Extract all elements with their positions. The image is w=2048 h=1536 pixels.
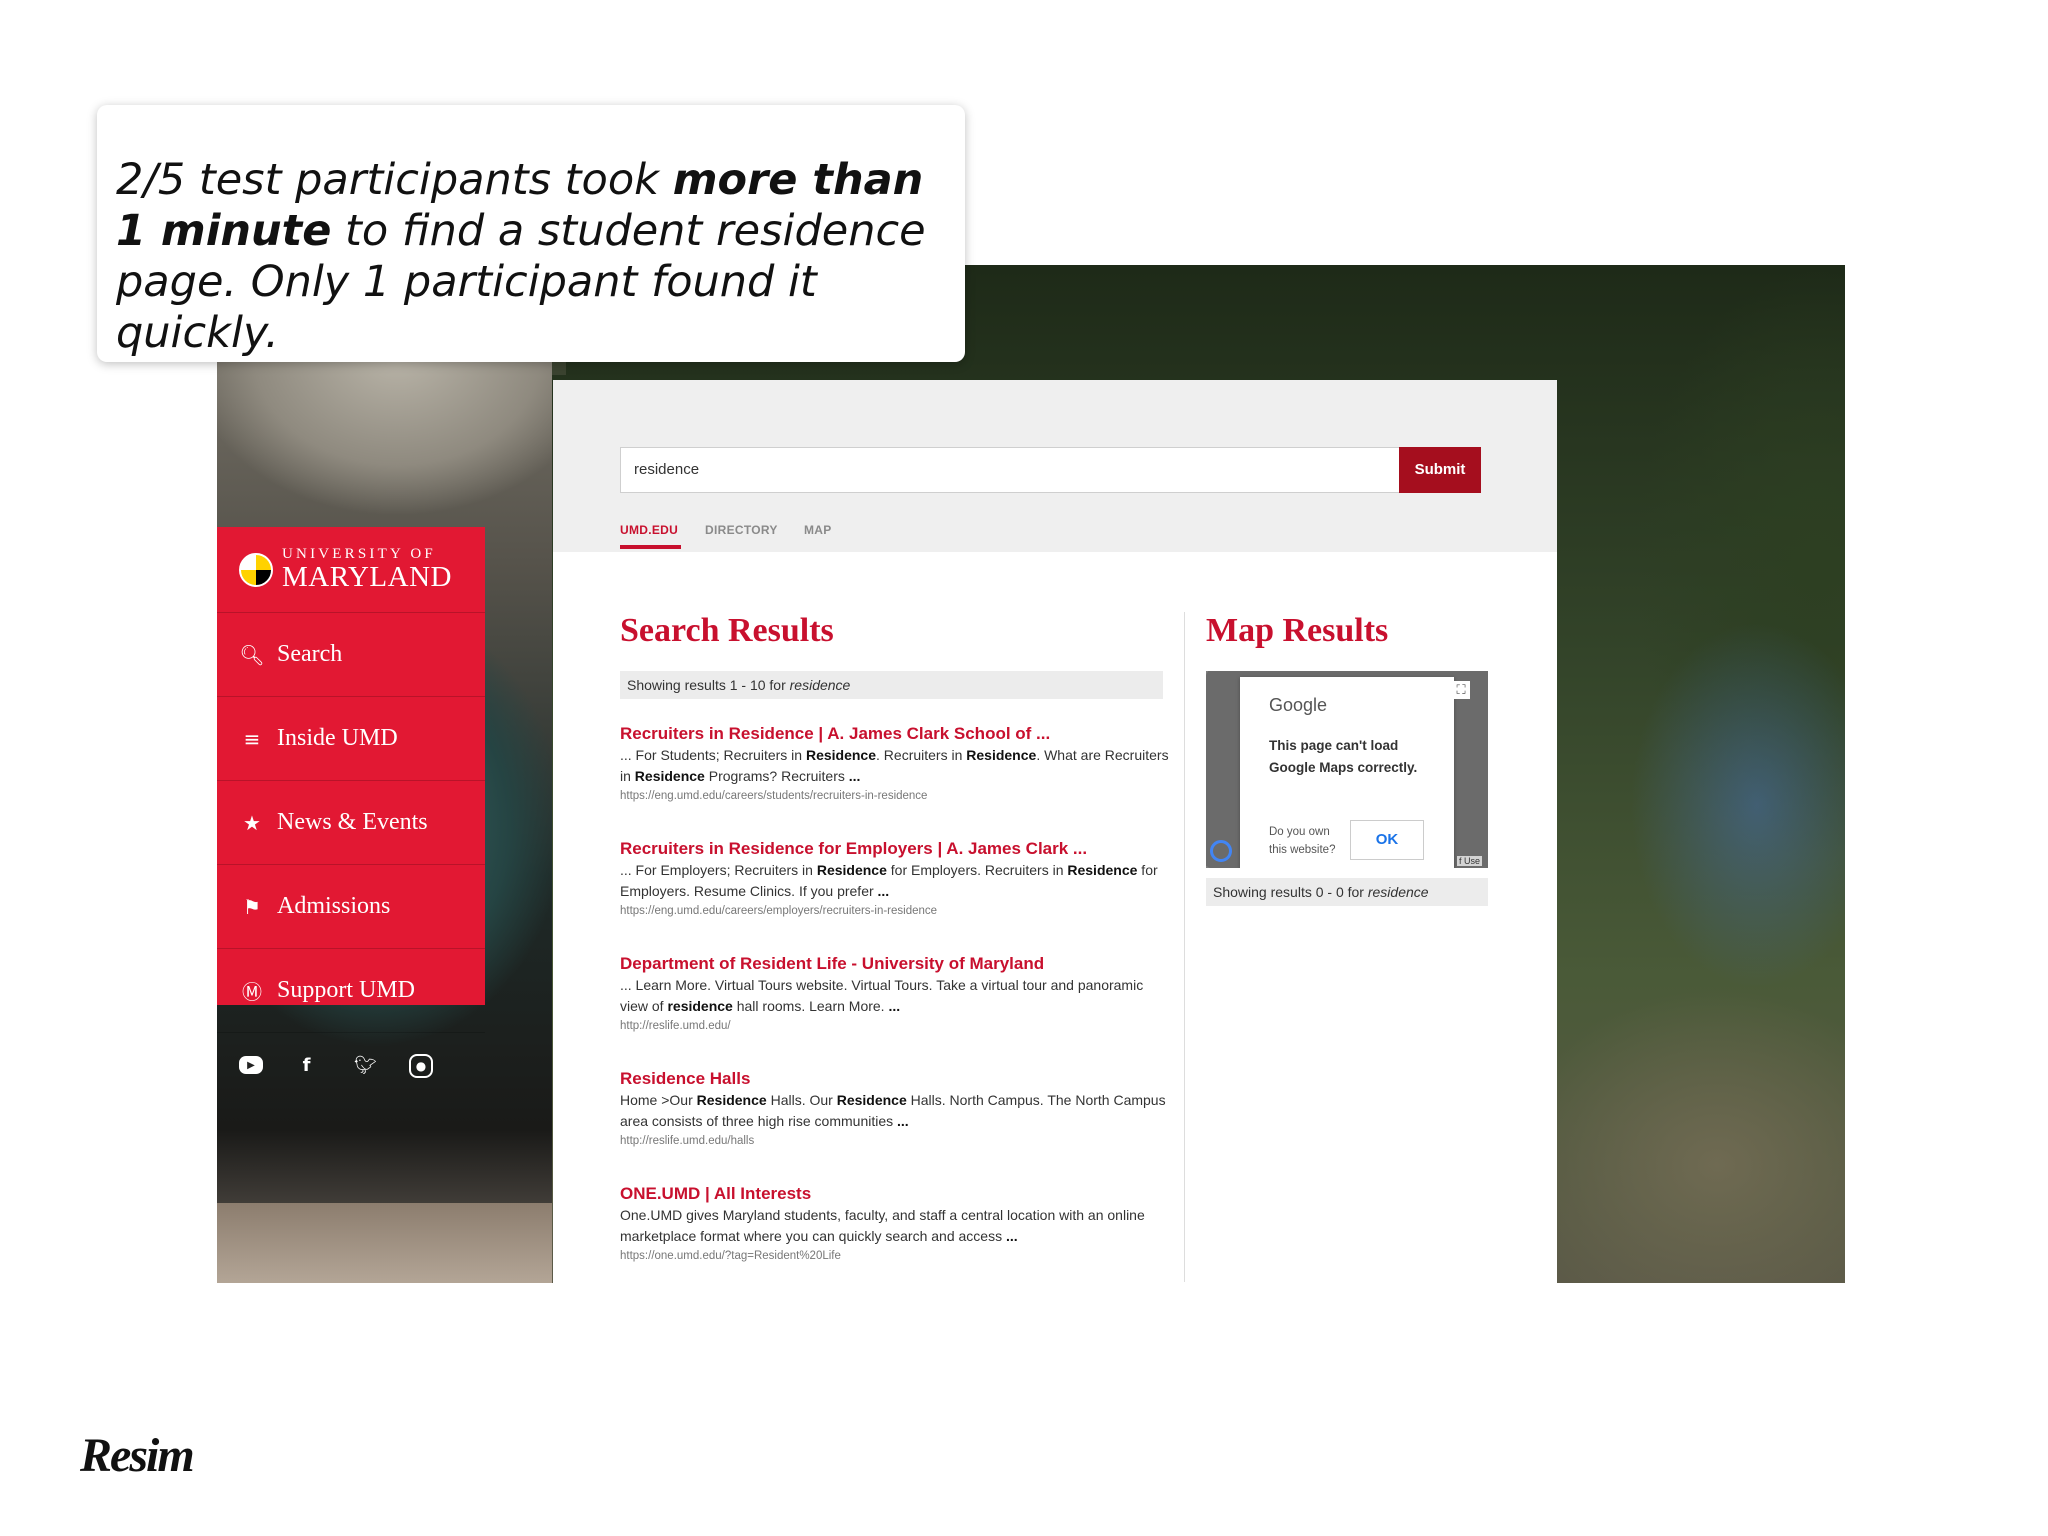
map-terms-link[interactable]: f Use (1456, 856, 1482, 866)
result-snippet: One.UMD gives Maryland students, faculty… (620, 1205, 1175, 1247)
screenshot-frame: UNIVERSITY OF MARYLAND 🔍︎ Search ≡ Insid… (217, 265, 1845, 1283)
umd-wordmark: UNIVERSITY OF MARYLAND (282, 547, 452, 592)
resim-logo: Resim (80, 1429, 195, 1482)
umd-side-nav: UNIVERSITY OF MARYLAND 🔍︎ Search ≡ Insid… (217, 527, 485, 1033)
result-url: http://reslife.umd.edu/ (620, 1020, 731, 1032)
logo-line-1: UNIVERSITY OF (282, 546, 436, 562)
result-title-link[interactable]: Recruiters in Residence | A. James Clark… (620, 723, 1175, 745)
nav-label: Admissions (277, 893, 391, 919)
google-g-icon (1210, 840, 1232, 862)
result-title-link[interactable]: Residence Halls (620, 1068, 1175, 1090)
active-tab-indicator (620, 545, 681, 549)
umd-seal-icon (239, 552, 273, 587)
search-result: ONE.UMD | All Interests One.UMD gives Mar… (620, 1183, 1175, 1265)
results-count-term: residence (789, 677, 851, 693)
result-url: https://eng.umd.edu/careers/students/rec… (620, 790, 928, 802)
search-result: Residence Halls Home >Our Residence Halls… (620, 1068, 1175, 1150)
fullscreen-icon[interactable]: ⛶ (1452, 681, 1470, 699)
snippet-text: hall rooms. Learn More. (732, 998, 889, 1014)
nav-item-admissions[interactable]: ⚑ Admissions (217, 865, 485, 949)
umd-m-icon: Ⓜ (242, 980, 262, 1004)
umd-logo[interactable]: UNIVERSITY OF MARYLAND (217, 527, 485, 613)
map-results-title: Map Results (1206, 612, 1389, 649)
snippet-highlight: ... (897, 1113, 909, 1129)
snippet-text: . Recruiters in (876, 747, 967, 763)
snippet-highlight: ... (848, 768, 861, 784)
snippet-highlight: Residence (836, 1092, 907, 1108)
result-snippet: Home >Our Residence Halls. Our Residence… (620, 1090, 1175, 1132)
nav-item-inside-umd[interactable]: ≡ Inside UMD (217, 697, 485, 781)
search-result: Department of Resident Life - University… (620, 953, 1175, 1035)
result-url: https://eng.umd.edu/careers/employers/re… (620, 905, 938, 917)
snippet-highlight: Residence (966, 747, 1037, 763)
search-result: Recruiters in Residence for Employers | … (620, 838, 1175, 920)
result-snippet: ... For Employers; Recruiters in Residen… (620, 860, 1175, 902)
search-icon: 🔍︎ (239, 642, 265, 667)
result-snippet: ... For Students; Recruiters in Residenc… (620, 745, 1175, 787)
snippet-highlight: ... (1005, 1228, 1018, 1244)
background-ground (217, 1203, 552, 1283)
snippet-highlight: Residence (1067, 862, 1138, 878)
map-count-prefix: Showing results 0 - 0 for (1213, 884, 1368, 900)
snippet-text: ... For Students; Recruiters in (620, 747, 806, 763)
logo-line-2: MARYLAND (282, 561, 452, 593)
map-error-dialog: Google This page can't load Google Maps … (1240, 677, 1454, 868)
nav-item-search[interactable]: 🔍︎ Search (217, 613, 485, 697)
snippet-highlight: Residence (696, 1092, 767, 1108)
results-count: Showing results 1 - 10 for residence (620, 671, 1163, 699)
nav-label: Search (277, 641, 343, 667)
tab-map[interactable]: MAP (804, 523, 832, 537)
nav-label: Support UMD (277, 977, 416, 1003)
snippet-text: ... For Employers; Recruiters in (620, 862, 817, 878)
result-url: http://reslife.umd.edu/halls (620, 1135, 755, 1147)
snippet-highlight: Residence (634, 768, 705, 784)
result-url: https://one.umd.edu/?tag=Resident%20Life (620, 1250, 841, 1262)
map-own-question: Do you own this website? (1269, 826, 1336, 856)
nav-label: Inside UMD (277, 725, 398, 751)
facebook-icon[interactable]: f (291, 1050, 322, 1081)
social-links: ▶ f 🐦︎ ● (239, 1050, 433, 1081)
nav-item-news-events[interactable]: ★ News & Events (217, 781, 485, 865)
results-count-prefix: Showing results 1 - 10 for (627, 677, 790, 693)
map-embed[interactable]: Google This page can't load Google Maps … (1206, 671, 1488, 868)
snippet-text: Halls. Our (766, 1092, 837, 1108)
search-results-title: Search Results (620, 612, 834, 649)
tab-umd-edu[interactable]: UMD.EDU (620, 523, 678, 537)
search-input[interactable]: residence (620, 447, 1400, 493)
callout-text-1: 2/5 test participants took (116, 155, 673, 205)
twitter-icon[interactable]: 🐦︎ (350, 1050, 381, 1081)
result-snippet: ... Learn More. Virtual Tours website. V… (620, 975, 1175, 1017)
map-error-message: This page can't load Google Maps correct… (1269, 738, 1418, 775)
column-divider (1184, 612, 1185, 1282)
snippet-text: for Employers. Recruiters in (886, 862, 1068, 878)
result-title-link[interactable]: Department of Resident Life - University… (620, 953, 1175, 975)
snippet-highlight: residence (667, 998, 733, 1014)
google-logo: Google (1269, 695, 1328, 715)
snippet-text: Programs? Recruiters (704, 768, 849, 784)
search-result: Recruiters in Residence | A. James Clark… (620, 723, 1175, 805)
youtube-icon[interactable]: ▶ (239, 1056, 263, 1074)
snippet-highlight: ... (877, 883, 890, 899)
menu-icon: ≡ (243, 726, 261, 751)
finding-callout: 2/5 test participants took more than 1 m… (97, 105, 965, 362)
result-title-link[interactable]: Recruiters in Residence for Employers | … (620, 838, 1175, 860)
nav-label: News & Events (277, 809, 428, 835)
submit-button[interactable]: Submit (1399, 447, 1481, 493)
search-panel: residence Submit UMD.EDU DIRECTORY MAP S… (553, 380, 1557, 1283)
snippet-text: One.UMD gives Maryland students, faculty… (620, 1207, 1145, 1244)
snippet-text: Home >Our (620, 1092, 697, 1108)
snippet-highlight: Residence (816, 862, 887, 878)
map-count-term: residence (1367, 884, 1429, 900)
result-title-link[interactable]: ONE.UMD | All Interests (620, 1183, 1175, 1205)
star-icon: ★ (243, 810, 261, 835)
snippet-highlight: Residence (805, 747, 877, 763)
tab-directory[interactable]: DIRECTORY (705, 523, 778, 537)
map-results-count: Showing results 0 - 0 for residence (1206, 878, 1488, 906)
nav-item-support-umd[interactable]: Ⓜ Support UMD (217, 949, 485, 1033)
map-ok-button[interactable]: OK (1350, 820, 1424, 860)
instagram-icon[interactable]: ● (409, 1054, 433, 1078)
snippet-highlight: ... (888, 998, 901, 1014)
flag-icon: ⚑ (243, 894, 261, 919)
